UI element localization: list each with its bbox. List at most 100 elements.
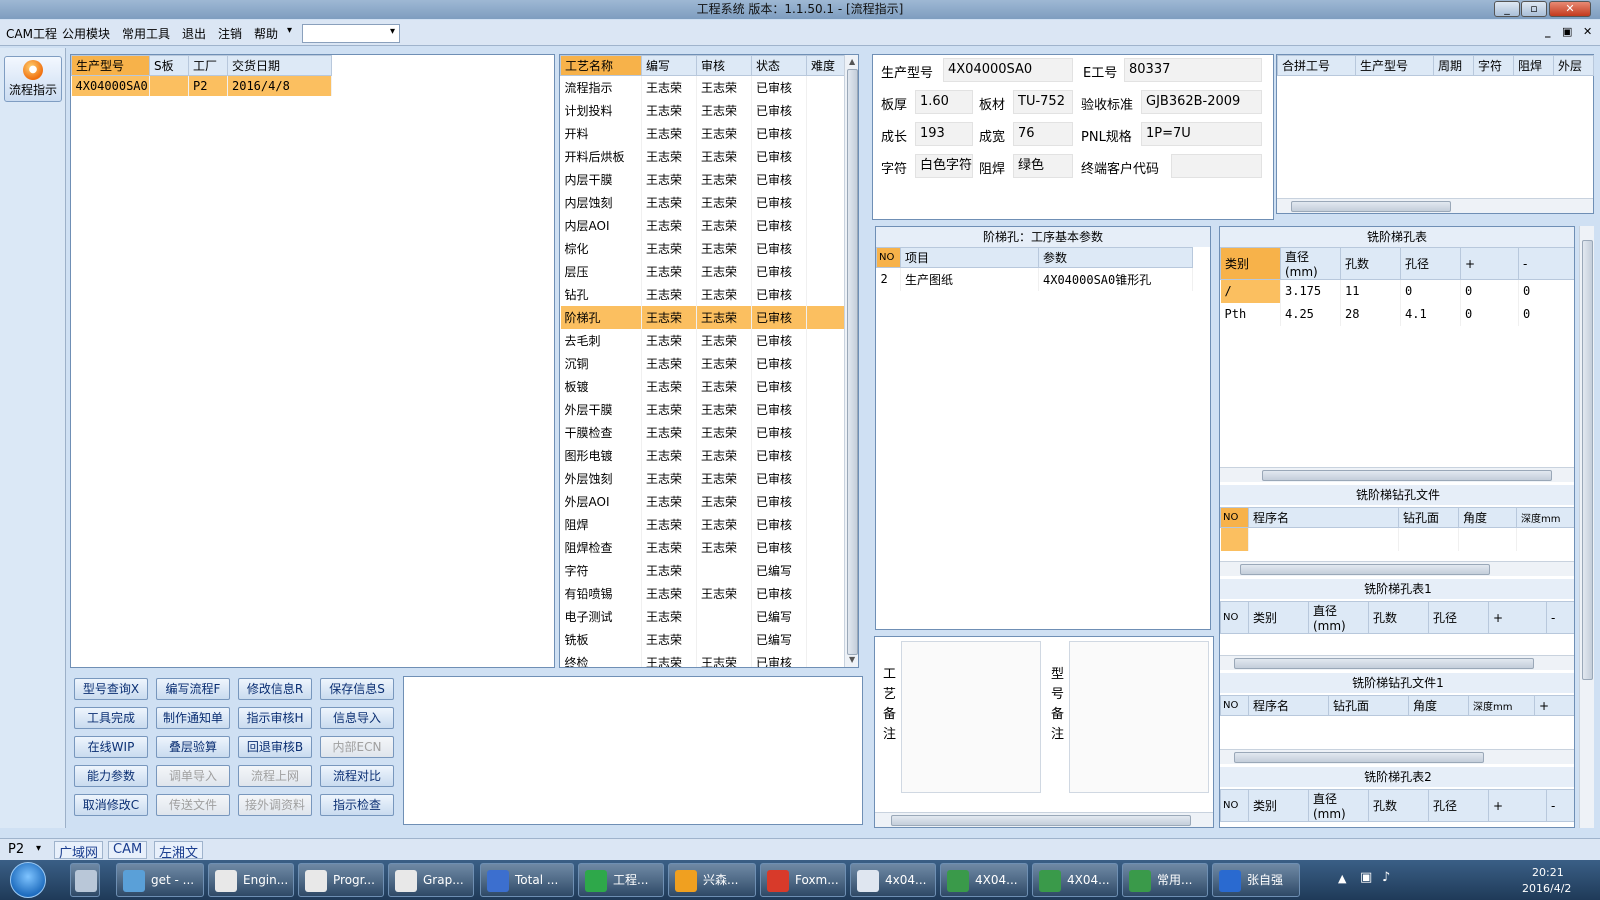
width-field[interactable]: 76 — [1013, 122, 1073, 146]
process-row[interactable]: 钻孔 王志荣 王志荣 已审核 — [560, 282, 845, 306]
scroll-up-icon[interactable]: ▲ — [849, 57, 855, 66]
mdi-minimize-button[interactable]: _ — [1545, 25, 1551, 38]
model-remark-textarea[interactable] — [1069, 641, 1209, 793]
taskbar-item[interactable]: 常用... — [1122, 863, 1208, 897]
process-row[interactable]: 内层蚀刻 王志荣 王志荣 已审核 — [560, 190, 845, 214]
remarks-scroll-thumb[interactable] — [891, 815, 1191, 826]
process-row[interactable]: 板镀 王志荣 王志荣 已审核 — [560, 374, 845, 398]
mill-table-hscroll[interactable] — [1220, 467, 1574, 482]
combined-col-0[interactable]: 合拼工号 — [1277, 55, 1356, 76]
combined-col-5[interactable]: 外层 — [1553, 55, 1594, 76]
pnl-field[interactable]: 1P=7U — [1141, 122, 1262, 146]
mt2-col-4[interactable]: 孔径 — [1428, 789, 1489, 822]
menu-combo[interactable]: ▾ — [302, 24, 400, 43]
df1-col-0[interactable]: NO — [1220, 695, 1249, 716]
action-button[interactable]: 取消修改C — [74, 794, 148, 816]
drill-hscroll[interactable] — [1220, 561, 1574, 576]
standard-field[interactable]: GJB362B-2009 — [1141, 90, 1262, 114]
step-col-param[interactable]: 参数 — [1038, 247, 1193, 268]
combined-col-1[interactable]: 生产型号 — [1355, 55, 1434, 76]
material-field[interactable]: TU-752 — [1013, 90, 1073, 114]
mt2-col-0[interactable]: NO — [1220, 789, 1249, 822]
order-col-date[interactable]: 交货日期 — [227, 55, 332, 76]
process-row[interactable]: 干膜检查 王志荣 王志荣 已审核 — [560, 420, 845, 444]
action-button[interactable]: 指示检查 — [320, 794, 394, 816]
thickness-field[interactable]: 1.60 — [915, 90, 973, 114]
mill-row[interactable]: /3.175 11 0 0 0 — [1220, 279, 1574, 303]
mt1-col-2[interactable]: 直径(mm) — [1308, 601, 1369, 634]
taskbar-item[interactable]: Engin... — [208, 863, 294, 897]
action-button[interactable]: 编写流程F — [156, 678, 230, 700]
taskbar-item[interactable]: Foxm... — [760, 863, 846, 897]
mt1-col-0[interactable]: NO — [1220, 601, 1249, 634]
menu-cam[interactable]: CAM工程 — [6, 25, 57, 42]
process-row[interactable]: 终检 王志荣 王志荣 已审核 — [560, 650, 845, 667]
process-row[interactable]: 外层干膜 王志荣 王志荣 已审核 — [560, 397, 845, 421]
mill-table-scroll-thumb[interactable] — [1262, 470, 1552, 481]
mt2-col-2[interactable]: 直径(mm) — [1308, 789, 1369, 822]
mdi-close-button[interactable]: ✕ — [1583, 25, 1592, 38]
mt2-col-1[interactable]: 类别 — [1248, 789, 1309, 822]
mt1-scroll-thumb[interactable] — [1234, 658, 1534, 669]
action-button[interactable]: 信息导入 — [320, 707, 394, 729]
action-button[interactable]: 型号查询X — [74, 678, 148, 700]
order-col-factory[interactable]: 工厂 — [188, 55, 228, 76]
volume-icon[interactable]: ♪ — [1382, 870, 1390, 885]
process-col-name[interactable]: 工艺名称 — [560, 55, 642, 76]
taskbar-item[interactable]: 4X04... — [1032, 863, 1118, 897]
process-row[interactable]: 内层AOI 王志荣 王志荣 已审核 — [560, 213, 845, 237]
mdi-restore-button[interactable]: ▣ — [1562, 25, 1572, 38]
drill-col-2[interactable]: 钻孔面 — [1398, 507, 1459, 528]
factory-dropdown-icon[interactable]: ▾ — [36, 843, 41, 854]
process-row[interactable]: 层压 王志荣 王志荣 已审核 — [560, 259, 845, 283]
process-row[interactable]: 阻焊检查 王志荣 王志荣 已审核 — [560, 535, 845, 559]
mt1-col-6[interactable]: - — [1546, 601, 1574, 634]
help-dropdown-icon[interactable]: ▾ — [287, 25, 292, 36]
model-field[interactable]: 4X04000SA0 — [943, 58, 1073, 82]
status-tab-cam[interactable]: CAM — [108, 841, 148, 859]
mt1-col-1[interactable]: 类别 — [1248, 601, 1309, 634]
drill-col-0[interactable]: NO — [1220, 507, 1249, 528]
mill-col-3[interactable]: 孔径 — [1400, 247, 1461, 280]
process-col-status[interactable]: 状态 — [751, 55, 807, 76]
order-row[interactable]: 4X04000SA0 P2 2016/4/8 — [71, 75, 332, 96]
mt1-col-5[interactable]: + — [1488, 601, 1547, 634]
process-row[interactable]: 开料 王志荣 王志荣 已审核 — [560, 121, 845, 145]
mill-col-5[interactable]: - — [1518, 247, 1574, 280]
mill-col-4[interactable]: + — [1460, 247, 1519, 280]
step-params-row[interactable]: 2 生产图纸 4X04000SA0锥形孔 — [876, 267, 1193, 291]
process-row[interactable]: 有铅喷锡 王志荣 王志荣 已审核 — [560, 581, 845, 605]
mt1-col-3[interactable]: 孔数 — [1368, 601, 1429, 634]
action-button[interactable]: 制作通知单 — [156, 707, 230, 729]
action-button[interactable]: 流程对比 — [320, 765, 394, 787]
process-row[interactable]: 字符 王志荣 已编写 — [560, 558, 845, 582]
action-button[interactable]: 工具完成 — [74, 707, 148, 729]
step-col-no[interactable]: NO — [876, 247, 901, 268]
df1-col-5[interactable]: + — [1534, 695, 1574, 716]
action-button[interactable]: 修改信息R — [238, 678, 312, 700]
eno-field[interactable]: 80337 — [1124, 58, 1262, 82]
drill-col-4[interactable]: 深度mm — [1516, 507, 1574, 528]
mt1-col-4[interactable]: 孔径 — [1428, 601, 1489, 634]
process-row[interactable]: 图形电镀 王志荣 王志荣 已审核 — [560, 443, 845, 467]
action-button[interactable]: 能力参数 — [74, 765, 148, 787]
process-row[interactable]: 棕化 王志荣 王志荣 已审核 — [560, 236, 845, 260]
flow-indicator-button[interactable]: ● 流程指示 — [4, 56, 62, 102]
network-icon[interactable]: ▣ — [1360, 870, 1372, 885]
menu-exit[interactable]: 退出 — [182, 25, 206, 42]
mill-col-2[interactable]: 孔数 — [1340, 247, 1401, 280]
scroll-down-icon[interactable]: ▼ — [849, 655, 855, 664]
drill-col-3[interactable]: 角度 — [1458, 507, 1517, 528]
mill-col-0[interactable]: 类别 — [1220, 247, 1281, 280]
process-remark-textarea[interactable] — [901, 641, 1041, 793]
customer-field[interactable] — [1171, 154, 1262, 178]
order-col-model[interactable]: 生产型号 — [71, 55, 150, 76]
taskbar-item[interactable]: 张自强 — [1212, 863, 1300, 897]
taskbar-item[interactable]: 工程... — [578, 863, 664, 897]
taskbar-item[interactable]: 兴森... — [668, 863, 756, 897]
process-row[interactable]: 电子测试 王志荣 已编写 — [560, 604, 845, 628]
mill-col-1[interactable]: 直径(mm) — [1280, 247, 1341, 280]
taskbar-item[interactable]: Progr... — [298, 863, 384, 897]
drill-col-1[interactable]: 程序名 — [1248, 507, 1399, 528]
action-button[interactable]: 保存信息S — [320, 678, 394, 700]
